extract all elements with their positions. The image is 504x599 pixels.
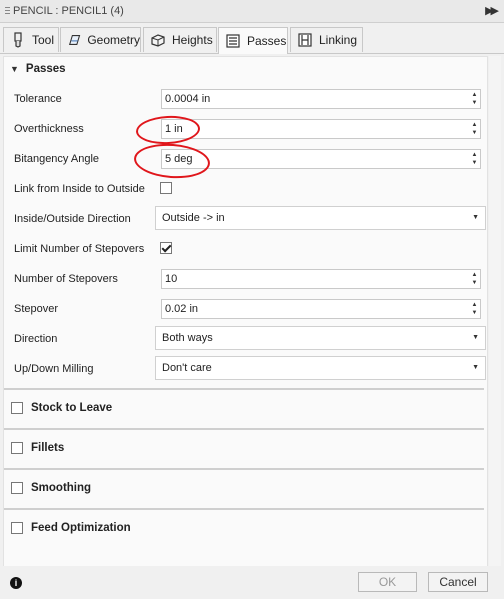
spinner-icon[interactable]: ▲ ▼: [470, 91, 479, 107]
ok-button[interactable]: OK: [358, 572, 417, 592]
tab-geometry[interactable]: Geometry: [60, 27, 141, 52]
tab-tool[interactable]: Tool: [3, 27, 59, 52]
section-divider: [4, 388, 484, 390]
feed-optimization-section[interactable]: Feed Optimization: [11, 522, 131, 534]
direction-select[interactable]: Both ways ▼: [155, 326, 486, 350]
tab-label: Geometry: [87, 33, 140, 47]
limit-stepovers-checkbox[interactable]: [160, 242, 172, 254]
tab-passes[interactable]: Passes: [218, 27, 288, 54]
spinner-icon[interactable]: ▲ ▼: [470, 271, 479, 287]
section-checkbox[interactable]: [11, 402, 23, 414]
spinner-icon[interactable]: ▲ ▼: [470, 301, 479, 317]
limit-stepovers-label: Limit Number of Stepovers: [14, 243, 145, 255]
chevron-down-icon: ▼: [472, 334, 479, 341]
chevron-down-icon: ▼: [472, 214, 479, 221]
section-divider: [4, 428, 484, 430]
passes-section-header[interactable]: ▼ Passes: [4, 58, 484, 80]
spinner-icon[interactable]: ▲ ▼: [470, 151, 479, 167]
cancel-button[interactable]: Cancel: [428, 572, 488, 592]
tab-bar: Tool Geometry Heights Passes Linking: [0, 27, 504, 54]
panel-scrollbar[interactable]: [489, 56, 501, 566]
tolerance-input[interactable]: 0.0004 in ▲ ▼: [161, 89, 481, 109]
drag-handle-icon[interactable]: [5, 7, 10, 16]
stock-to-leave-section[interactable]: Stock to Leave: [11, 402, 112, 414]
tab-label: Tool: [32, 33, 55, 47]
tolerance-label: Tolerance: [14, 93, 62, 105]
tolerance-value: 0.0004 in: [165, 93, 211, 105]
overthickness-label: Overthickness: [14, 123, 84, 135]
dialog-title-bar[interactable]: PENCIL : PENCIL1 (4) ▶▶: [0, 0, 504, 23]
stepover-label: Stepover: [14, 303, 59, 315]
updown-value: Don't care: [162, 362, 212, 374]
updown-label: Up/Down Milling: [14, 363, 94, 375]
heights-icon: [151, 34, 165, 47]
section-title: Feed Optimization: [31, 522, 131, 534]
direction-label: Direction: [14, 333, 58, 345]
collapse-triangle-icon[interactable]: ▼: [10, 64, 19, 74]
tab-heights[interactable]: Heights: [143, 27, 217, 52]
stepover-value: 0.02 in: [165, 303, 199, 315]
section-title: Fillets: [31, 442, 65, 454]
link-inside-label: Link from Inside to Outside: [14, 183, 145, 195]
expand-icon[interactable]: ▶▶: [485, 4, 499, 17]
tab-label: Linking: [319, 33, 358, 47]
section-divider: [4, 508, 484, 510]
link-inside-checkbox[interactable]: [160, 182, 172, 194]
linking-icon: [298, 33, 312, 47]
passes-icon: [226, 34, 240, 48]
smoothing-section[interactable]: Smoothing: [11, 482, 91, 494]
inside-outside-select[interactable]: Outside -> in ▼: [155, 206, 486, 230]
geometry-icon: [68, 34, 81, 46]
fillets-section[interactable]: Fillets: [11, 442, 64, 454]
num-stepovers-label: Number of Stepovers: [14, 273, 118, 285]
tab-linking[interactable]: Linking: [290, 27, 363, 52]
inside-outside-value: Outside -> in: [162, 212, 225, 224]
overthickness-input[interactable]: 1 in ▲ ▼: [161, 119, 481, 139]
section-checkbox[interactable]: [11, 522, 23, 534]
num-stepovers-input[interactable]: 10 ▲ ▼: [161, 269, 481, 289]
tool-icon: [14, 32, 22, 48]
section-title: Passes: [25, 63, 66, 75]
num-stepovers-value: 10: [165, 273, 178, 285]
tab-label: Passes: [247, 34, 287, 48]
dialog-title: PENCIL : PENCIL1 (4): [13, 5, 124, 17]
inside-outside-label: Inside/Outside Direction: [14, 213, 131, 225]
section-title: Stock to Leave: [31, 402, 113, 414]
stepover-input[interactable]: 0.02 in ▲ ▼: [161, 299, 481, 319]
direction-value: Both ways: [162, 332, 213, 344]
tab-label: Heights: [172, 33, 213, 47]
section-checkbox[interactable]: [11, 442, 23, 454]
bitangency-label: Bitangency Angle: [14, 153, 100, 165]
spinner-icon[interactable]: ▲ ▼: [470, 121, 479, 137]
chevron-down-icon: ▼: [472, 364, 479, 371]
section-checkbox[interactable]: [11, 482, 23, 494]
section-divider: [4, 468, 484, 470]
updown-select[interactable]: Don't care ▼: [155, 356, 486, 380]
info-icon[interactable]: i: [10, 577, 22, 589]
section-title: Smoothing: [31, 482, 92, 494]
